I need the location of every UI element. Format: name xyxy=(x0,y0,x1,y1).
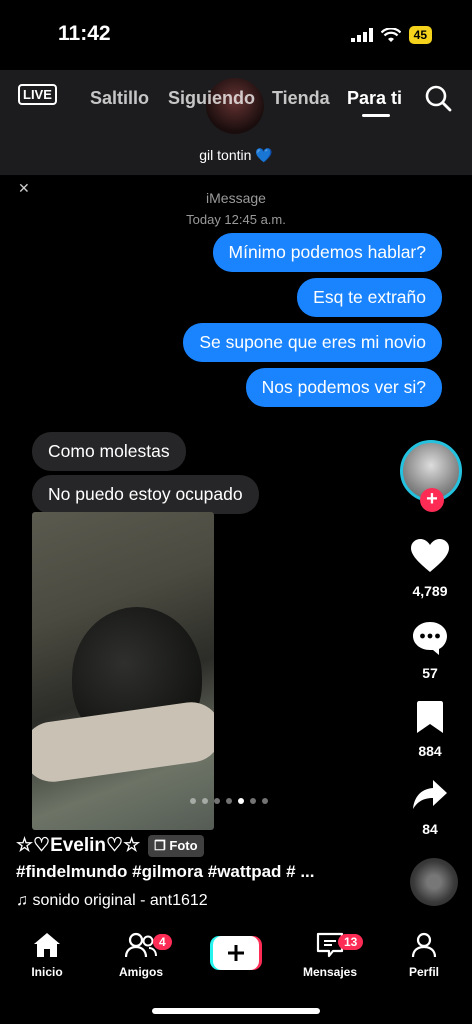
comment-button[interactable]: 57 xyxy=(398,620,462,681)
top-nav: LIVE Saltillo Siguiendo Tienda Para ti xyxy=(0,78,472,118)
nav-amigos[interactable]: Amigos 4 xyxy=(101,932,181,979)
sound-name[interactable]: sonido original - ant1612 xyxy=(32,892,207,909)
outgoing-message: Mínimo podemos hablar? xyxy=(212,233,442,272)
carousel-dot[interactable] xyxy=(250,798,256,804)
nav-label: Inicio xyxy=(31,965,63,979)
nav-inicio[interactable]: Inicio xyxy=(7,932,87,979)
like-count: 4,789 xyxy=(412,583,448,599)
photo-arm xyxy=(32,698,214,786)
share-icon xyxy=(413,780,447,809)
share-count: 84 xyxy=(422,821,438,837)
nav-label: Mensajes xyxy=(302,965,358,979)
battery-indicator: 45 xyxy=(408,26,432,44)
nav-label: Amigos xyxy=(118,965,163,979)
tab-tienda[interactable]: Tienda xyxy=(272,88,330,109)
save-button[interactable]: 884 xyxy=(398,700,462,759)
home-icon xyxy=(34,933,60,957)
carousel-dot-active[interactable] xyxy=(238,798,244,804)
outgoing-message: Se supone que eres mi novio xyxy=(183,323,442,362)
status-icons: 45 xyxy=(350,26,432,44)
carousel-dots xyxy=(190,798,268,804)
bookmark-icon xyxy=(417,701,443,733)
tab-para-ti[interactable]: Para ti xyxy=(347,88,402,109)
tab-saltillo[interactable]: Saltillo xyxy=(90,88,149,109)
profile-icon xyxy=(411,932,437,958)
carousel-dot[interactable] xyxy=(226,798,232,804)
message-timestamp: Today 12:45 a.m. xyxy=(186,212,286,227)
friends-badge: 4 xyxy=(153,934,172,950)
plus-icon xyxy=(210,936,262,970)
caption-author: ☆♡Evelin♡☆ ❐ Foto xyxy=(16,834,204,857)
share-button[interactable]: 84 xyxy=(398,778,462,837)
wifi-icon xyxy=(380,27,401,42)
nav-label: Perfil xyxy=(408,965,439,979)
photo-badge-label: Foto xyxy=(169,837,198,853)
status-bar: 11:42 45 xyxy=(0,0,472,70)
comment-count: 57 xyxy=(422,665,438,681)
carousel-dot[interactable] xyxy=(262,798,268,804)
incoming-message: Como molestas xyxy=(32,432,186,471)
contact-name: gil tontin 💙 xyxy=(199,147,273,163)
tab-siguiendo[interactable]: Siguiendo xyxy=(168,88,255,109)
heart-icon xyxy=(411,539,449,572)
active-tab-indicator xyxy=(362,114,390,117)
message-photo xyxy=(32,512,214,830)
incoming-message: No puedo estoy ocupado xyxy=(32,475,259,514)
like-button[interactable]: 4,789 xyxy=(398,538,462,599)
follow-plus-icon[interactable]: + xyxy=(420,488,444,512)
signal-icon xyxy=(350,28,373,42)
sound-row[interactable]: ♫ sonido original - ant1612 xyxy=(16,892,208,910)
carousel-dot[interactable] xyxy=(202,798,208,804)
live-icon[interactable]: LIVE xyxy=(18,84,57,105)
comment-icon xyxy=(413,622,447,655)
friends-icon xyxy=(124,932,157,958)
photo-badge: ❐ Foto xyxy=(148,834,204,857)
outgoing-message: Nos podemos ver si? xyxy=(245,368,442,407)
messages-badge: 13 xyxy=(338,934,364,950)
save-count: 884 xyxy=(418,743,442,759)
search-icon[interactable] xyxy=(424,84,452,112)
caption-hashtags[interactable]: #findelmundo #gilmora #wattpad # ... xyxy=(16,862,315,882)
photo-icon: ❐ xyxy=(154,837,166,853)
status-time: 11:42 xyxy=(58,22,111,45)
nav-perfil[interactable]: Perfil xyxy=(384,932,464,979)
nav-mensajes[interactable]: Mensajes 13 xyxy=(290,932,370,979)
create-button[interactable] xyxy=(210,936,262,970)
imessage-label: iMessage xyxy=(206,190,266,206)
sound-disc-icon[interactable] xyxy=(410,858,458,906)
outgoing-message: Esq te extraño xyxy=(297,278,442,317)
carousel-dot[interactable] xyxy=(214,798,220,804)
carousel-dot[interactable] xyxy=(190,798,196,804)
author-username[interactable]: ☆♡Evelin♡☆ xyxy=(16,834,140,857)
home-indicator[interactable] xyxy=(152,1008,320,1014)
music-note-icon: ♫ xyxy=(16,892,28,909)
